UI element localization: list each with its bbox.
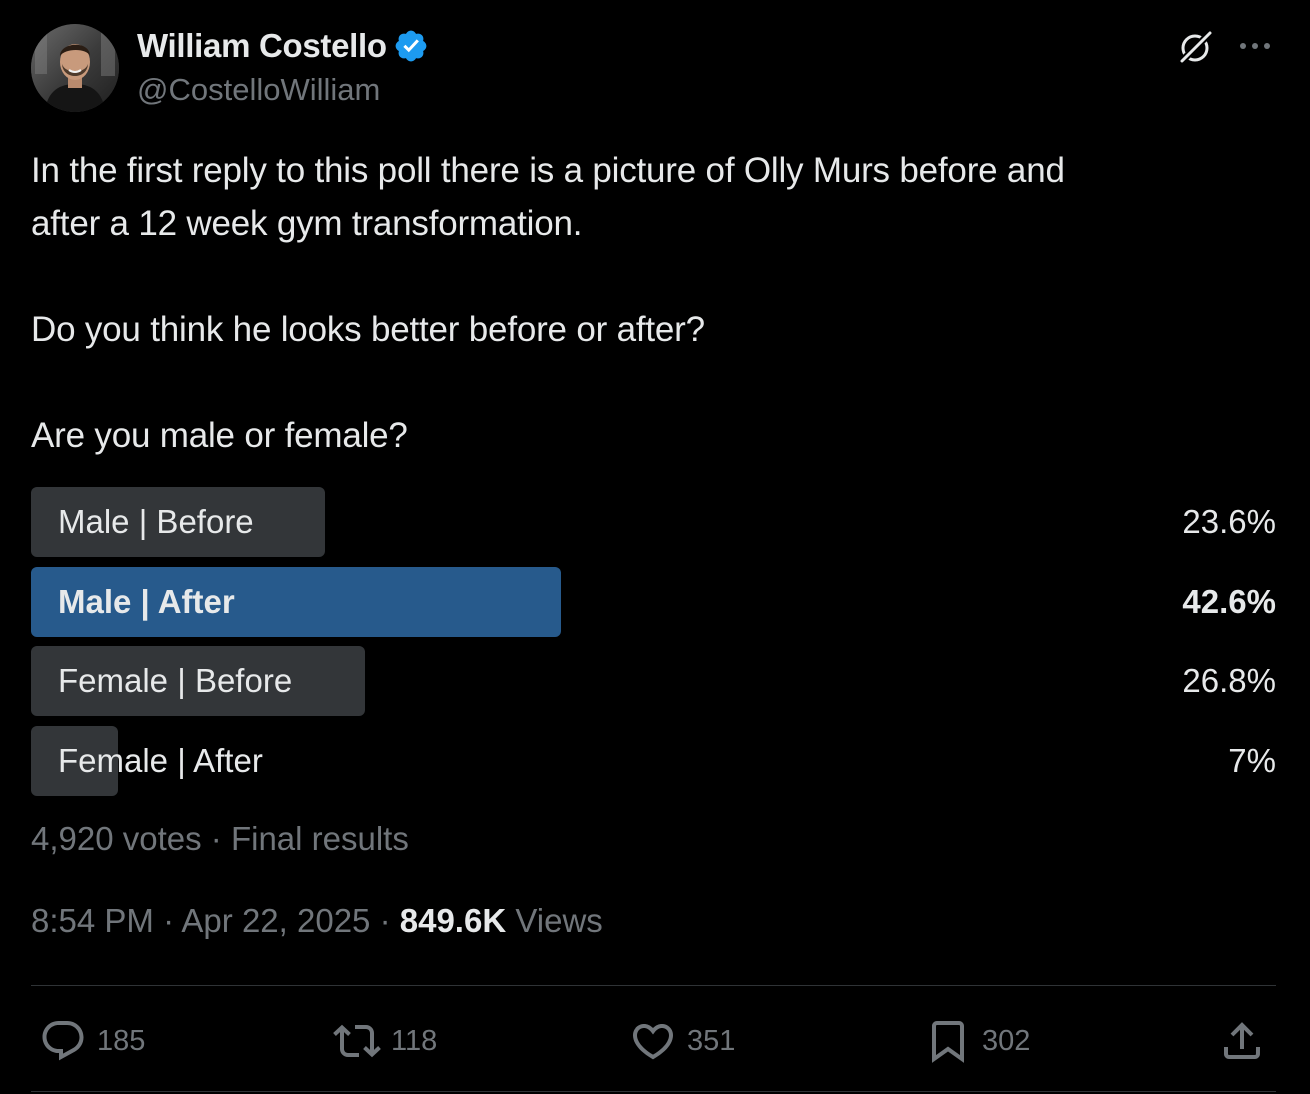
poll-option-label: Male | After (58, 582, 235, 620)
poll-option: Male | After 42.6% (31, 566, 1276, 637)
tweet-text-line: after a 12 week gym transformation. (31, 204, 583, 243)
share-button[interactable] (1218, 1014, 1266, 1068)
heart-icon (632, 1024, 674, 1060)
poll-option-percent: 42.6% (1182, 582, 1276, 620)
more-icon[interactable] (1235, 34, 1275, 58)
poll-option: Male | Before 23.6% (31, 487, 1276, 557)
bookmark-button[interactable]: 302 (924, 1014, 1030, 1068)
separator-dot: · (379, 902, 400, 939)
reply-icon (42, 1021, 84, 1061)
poll-option-percent: 23.6% (1182, 503, 1276, 540)
author-handle[interactable]: @CostelloWilliam (137, 72, 380, 108)
timestamp-row: 8:54 PM · Apr 22, 2025 · 849.6K Views (31, 902, 603, 940)
views-label: Views (515, 902, 603, 939)
separator-dot: · (163, 902, 182, 939)
views-count[interactable]: 849.6K (400, 902, 506, 939)
poll-option: Female | Before 26.8% (31, 646, 1276, 716)
bookmark-icon (932, 1021, 964, 1063)
avatar[interactable] (31, 24, 119, 112)
reply-button[interactable]: 185 (39, 1014, 145, 1068)
reply-count: 185 (97, 1024, 146, 1057)
bookmark-count: 302 (982, 1024, 1031, 1057)
poll-option-label: Female | Before (58, 662, 293, 699)
poll: Male | Before 23.6% Male | After 42.6% F… (31, 487, 1276, 805)
like-count: 351 (687, 1024, 736, 1057)
verified-badge-icon[interactable] (393, 28, 429, 64)
poll-option: Female | After 7% (31, 725, 1276, 796)
tweet-text-line: In the first reply to this poll there is… (31, 151, 1065, 190)
like-button[interactable]: 351 (629, 1014, 735, 1068)
poll-option-percent: 7% (1228, 741, 1276, 779)
share-icon (1224, 1022, 1260, 1059)
avatar-image (31, 24, 119, 112)
tweet-date[interactable]: Apr 22, 2025 (181, 902, 370, 939)
repost-icon (333, 1024, 381, 1058)
tweet-text-line: Are you male or female? (31, 416, 408, 455)
divider (31, 1091, 1276, 1092)
repost-count: 118 (391, 1024, 438, 1057)
tweet-time[interactable]: 8:54 PM (31, 902, 154, 939)
repost-button[interactable]: 118 (333, 1014, 437, 1068)
tweet: William Costello @CostelloWilliam In the… (31, 0, 1276, 1094)
tweet-text: In the first reply to this poll there is… (31, 144, 1261, 462)
poll-meta: 4,920 votes · Final results (31, 820, 409, 857)
tweet-text-line: Do you think he looks better before or a… (31, 310, 705, 349)
poll-option-percent: 26.8% (1182, 662, 1276, 699)
grok-icon[interactable] (1177, 28, 1215, 66)
author-display-name[interactable]: William Costello (137, 27, 387, 65)
divider (31, 985, 1276, 986)
poll-option-label: Female | After (58, 741, 263, 779)
poll-option-label: Male | Before (58, 503, 254, 540)
action-bar: 185 118 351 302 (31, 1014, 1276, 1068)
author-name-row[interactable]: William Costello (137, 26, 429, 66)
